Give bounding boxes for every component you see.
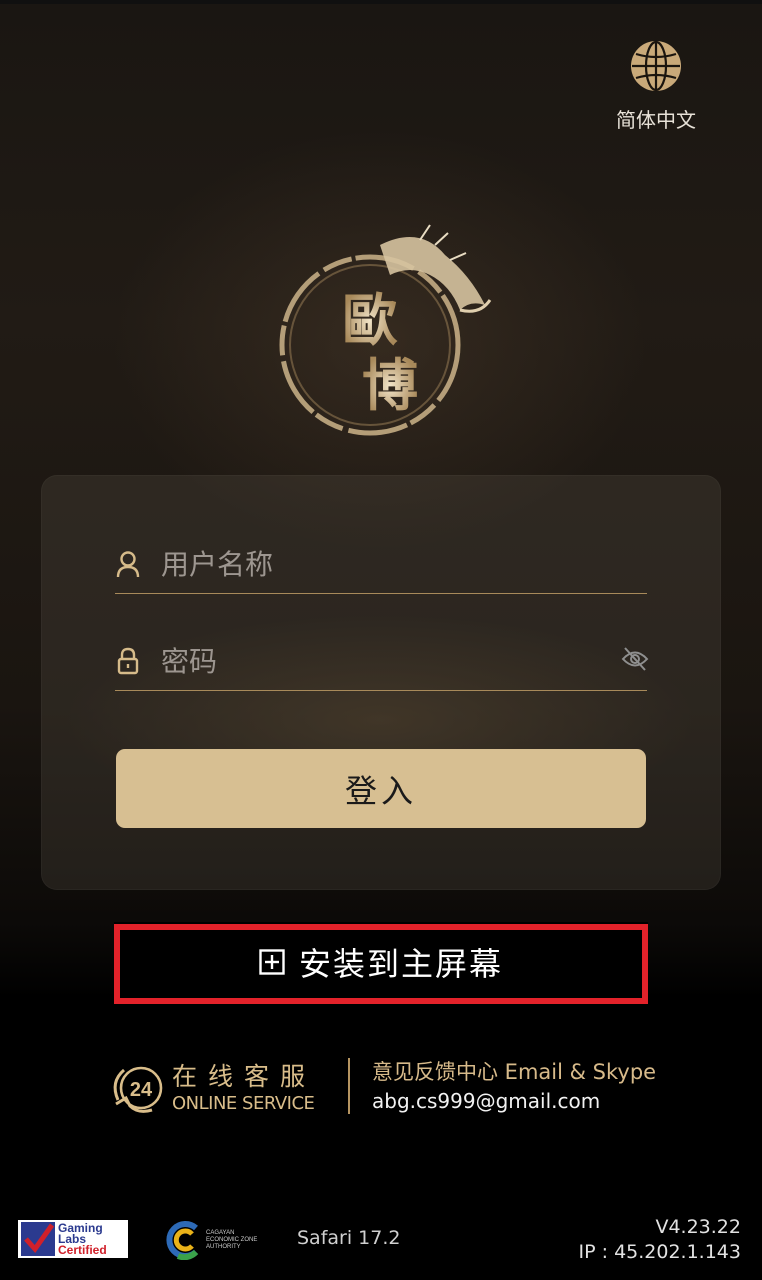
ip-address: IP : 45.202.1.143 bbox=[578, 1241, 741, 1263]
checkmark-icon bbox=[21, 1222, 55, 1256]
status-bar-edge bbox=[0, 0, 762, 4]
eye-off-icon[interactable] bbox=[621, 646, 649, 676]
online-service[interactable]: 24 在线客服 ONLINE SERVICE 意见反馈中心 Email & Sk… bbox=[108, 1058, 668, 1128]
user-icon bbox=[115, 550, 141, 578]
online-service-title: 在线客服 bbox=[172, 1062, 317, 1091]
online-service-badge[interactable]: 24 在线客服 ONLINE SERVICE bbox=[108, 1058, 328, 1120]
version-info: V4.23.22 IP : 45.202.1.143 bbox=[579, 1215, 741, 1265]
logo-char-1: 歐 bbox=[342, 288, 398, 354]
username-input[interactable] bbox=[159, 546, 603, 582]
feedback-center-label: 意见反馈中心 Email & Skype bbox=[372, 1060, 657, 1084]
ceza-emblem-icon bbox=[166, 1221, 199, 1260]
gl-word-3: Certified bbox=[58, 1242, 107, 1257]
globe-icon bbox=[631, 40, 681, 92]
gaming-labs-certified-logo: Gaming Labs Certified bbox=[18, 1220, 128, 1258]
install-to-home-button[interactable]: 安装到主屏幕 bbox=[114, 922, 648, 1004]
login-button[interactable]: 登入 bbox=[116, 749, 646, 828]
login-card: 登入 bbox=[41, 475, 721, 890]
highlight-frame bbox=[114, 924, 648, 1004]
dragon-logo: 歐 博 bbox=[279, 224, 492, 436]
password-field[interactable] bbox=[115, 632, 649, 691]
browser-info: Safari 17.2 bbox=[297, 1227, 401, 1249]
ceza-logo: CAGAYAN ECONOMIC ZONE AUTHORITY bbox=[166, 1218, 266, 1262]
ceza-line-1: CAGAYAN bbox=[206, 1229, 235, 1236]
brand-logo: 歐 博 bbox=[270, 215, 500, 445]
ceza-line-3: AUTHORITY bbox=[206, 1243, 241, 1250]
support-email[interactable]: abg.cs999@gmail.com bbox=[372, 1086, 656, 1116]
phone-24-icon: 24 bbox=[113, 1066, 163, 1113]
lock-icon bbox=[115, 647, 141, 675]
language-label: 简体中文 bbox=[616, 108, 696, 132]
username-field[interactable] bbox=[115, 535, 647, 594]
service-divider bbox=[348, 1058, 350, 1114]
logo-char-2: 博 bbox=[362, 353, 418, 419]
badge-24: 24 bbox=[130, 1079, 153, 1101]
online-service-subtitle: ONLINE SERVICE bbox=[172, 1093, 315, 1114]
language-selector[interactable]: 简体中文 bbox=[606, 40, 706, 133]
version-number: V4.23.22 bbox=[655, 1216, 741, 1238]
password-input[interactable] bbox=[159, 643, 603, 679]
ceza-line-2: ECONOMIC ZONE bbox=[206, 1236, 258, 1243]
